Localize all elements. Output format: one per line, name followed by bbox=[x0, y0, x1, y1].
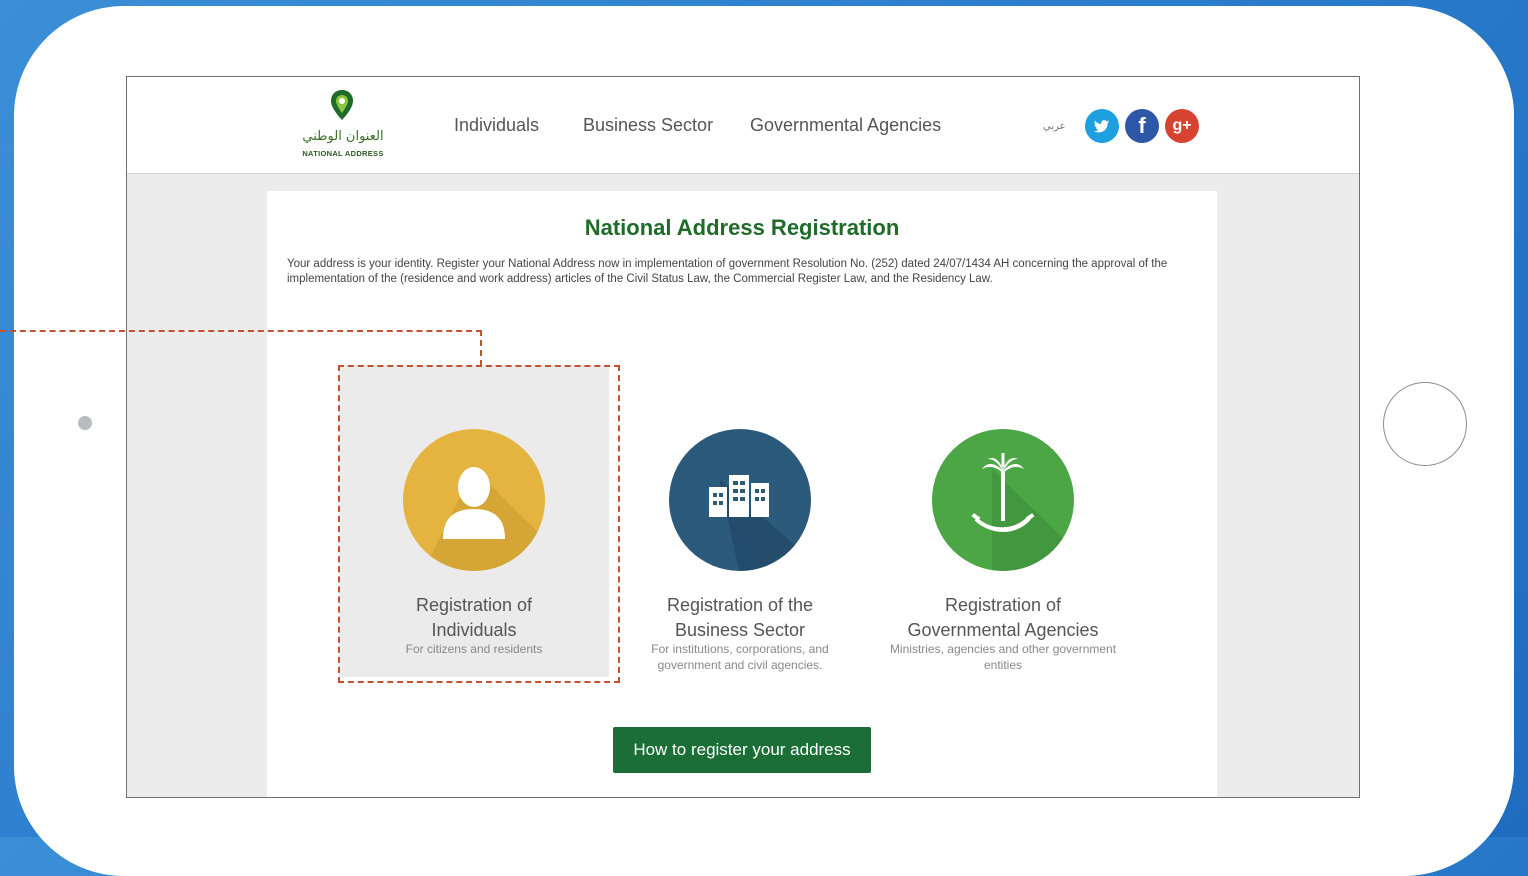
card-registration-business[interactable]: Registration of the Business Sector For … bbox=[605, 365, 875, 677]
card-title-line1: Registration of the bbox=[666, 595, 814, 615]
how-to-register-button[interactable]: How to register your address bbox=[613, 727, 871, 773]
location-pin-icon bbox=[331, 90, 353, 120]
card-subtitle-government: Ministries, agencies and other governmen… bbox=[889, 642, 1117, 672]
national-address-logo[interactable]: العنوان الوطني NATIONAL ADDRESS bbox=[283, 89, 403, 165]
callout-leader-line bbox=[0, 330, 482, 332]
language-toggle[interactable]: عربي bbox=[1043, 121, 1066, 132]
facebook-icon[interactable]: f bbox=[1125, 109, 1159, 143]
card-registration-government[interactable]: Registration of Governmental Agencies Mi… bbox=[868, 365, 1138, 677]
google-plus-icon[interactable]: g+ bbox=[1165, 109, 1199, 143]
twitter-bird-icon bbox=[1094, 120, 1109, 133]
nav-governmental-agencies[interactable]: Governmental Agencies bbox=[750, 115, 941, 136]
card-title-business: Registration of the Business Sector bbox=[605, 593, 875, 643]
page-title: National Address Registration bbox=[584, 215, 900, 240]
card-title-government: Registration of Governmental Agencies bbox=[868, 593, 1138, 643]
twitter-icon[interactable] bbox=[1085, 109, 1119, 143]
building-icon bbox=[669, 429, 811, 571]
browser-screen: العنوان الوطني NATIONAL ADDRESS Individu… bbox=[126, 76, 1360, 798]
nav-individuals[interactable]: Individuals bbox=[454, 115, 539, 136]
home-button[interactable] bbox=[1383, 382, 1467, 466]
card-title-line2: Governmental Agencies bbox=[907, 620, 1099, 640]
logo-arabic-text: العنوان الوطني bbox=[302, 129, 384, 144]
palm-swords-emblem-icon bbox=[932, 429, 1074, 571]
camera-dot bbox=[78, 416, 92, 430]
callout-leader-connector bbox=[480, 330, 482, 366]
card-title-line2: Business Sector bbox=[674, 620, 806, 640]
nav-business-sector[interactable]: Business Sector bbox=[583, 115, 713, 136]
highlight-box-individuals bbox=[338, 365, 620, 683]
intro-paragraph: Your address is your identity. Register … bbox=[287, 258, 1168, 285]
card-subtitle-business: For institutions, corporations, and gove… bbox=[651, 642, 829, 672]
card-title-line1: Registration of bbox=[944, 595, 1062, 615]
site-header: العنوان الوطني NATIONAL ADDRESS Individu… bbox=[127, 77, 1359, 174]
logo-english-text: NATIONAL ADDRESS bbox=[302, 149, 384, 158]
